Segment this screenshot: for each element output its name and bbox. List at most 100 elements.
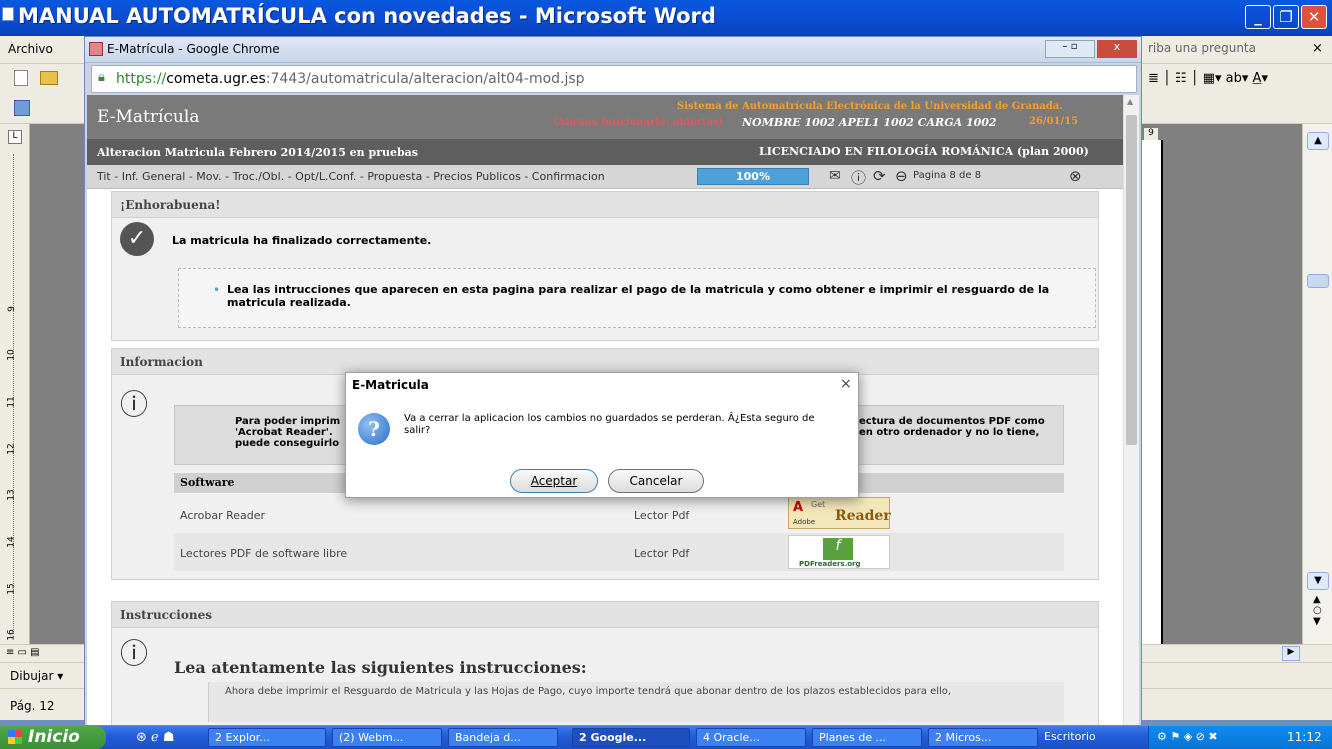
- table-row: Lectores PDF de software libre Lector Pd…: [174, 533, 1064, 571]
- ruler-num: 15: [6, 583, 17, 595]
- task-planes[interactable]: Planes de ...: [812, 728, 922, 747]
- open-folder-icon[interactable]: [40, 71, 58, 85]
- task-google[interactable]: 2 Google...: [572, 728, 690, 747]
- ask-question-box[interactable]: riba una pregunta: [1148, 41, 1256, 55]
- lock-icon: 🔒︎: [98, 70, 105, 85]
- chrome-scrollbar[interactable]: ▲: [1123, 95, 1139, 725]
- software-type: Lector Pdf: [634, 509, 690, 522]
- tab-selector-icon[interactable]: L: [8, 130, 22, 144]
- user-line: NOMBRE 1002 APEL1 1002 CARGA 1002: [742, 116, 997, 129]
- table-row: Acrobar Reader Lector Pdf A Get Reader A…: [174, 495, 1064, 531]
- view-buttons[interactable]: ≡ ▭ ▤: [6, 647, 40, 658]
- minimize-button[interactable]: _: [1245, 5, 1271, 29]
- dibujar-menu[interactable]: Dibujar ▾: [10, 669, 63, 683]
- success-message: La matricula ha finalizado correctamente…: [172, 234, 432, 247]
- adobe-logo-icon: A: [793, 500, 804, 515]
- favicon-icon: [89, 42, 103, 56]
- date: 26/01/15: [1029, 116, 1079, 127]
- ruler-num: 14: [6, 536, 17, 548]
- software-name: Lectores PDF de software libre: [180, 547, 348, 560]
- word-title-bar: MANUAL AUTOMATRÍCULA con novedades - Mic…: [0, 0, 1332, 36]
- question-icon: ?: [358, 413, 390, 445]
- software-name: Acrobar Reader: [180, 509, 266, 522]
- steps-text[interactable]: Tit - Inf. General - Mov. - Troc./Obl. -…: [97, 170, 605, 183]
- address-bar[interactable]: 🔒︎ https://cometa.ugr.es:7443/automatric…: [91, 65, 1137, 93]
- site-header: E-Matrícula Sistema de Automatrícula Ele…: [87, 95, 1123, 139]
- note-box: • Lea las intrucciones que aparecen en e…: [178, 268, 1096, 328]
- anexos: (Anexos funcionario: abiertas): [553, 117, 724, 128]
- pdfreaders-badge[interactable]: f PDFreaders.org: [788, 535, 890, 569]
- scroll-up-icon[interactable]: ▲: [1127, 97, 1133, 106]
- adobe-reader-badge[interactable]: A Get Reader Adobe: [788, 497, 891, 529]
- instructions-panel: Instrucciones ⓘ Lea atentamente las sigu…: [111, 601, 1099, 725]
- info-icon: ⓘ: [120, 637, 149, 670]
- menu-archivo[interactable]: Archivo: [8, 42, 53, 56]
- start-button[interactable]: Inicio: [0, 726, 106, 749]
- task-word[interactable]: 2 Micros...: [928, 728, 1038, 747]
- word-vertical-scrollbar[interactable]: ▲ ▼ ▲ ○ ▼: [1302, 124, 1332, 644]
- steps-bar: Tit - Inf. General - Mov. - Troc./Obl. -…: [87, 165, 1123, 189]
- scroll-thumb[interactable]: [1307, 274, 1329, 288]
- dialog-message: Va a cerrar la aplicacion los cambios no…: [404, 413, 815, 436]
- ruler-num: 12: [6, 443, 17, 455]
- confirm-dialog: E-Matricula × ? Va a cerrar la aplicacio…: [345, 372, 859, 498]
- system-line: Sistema de Automatrícula Electrónica de …: [677, 101, 1063, 112]
- info-box-left: Para poder imprim 'Acrobat Reader'. pued…: [235, 416, 341, 449]
- software-type: Lector Pdf: [634, 547, 690, 560]
- task-webmail[interactable]: (2) Webm...: [332, 728, 442, 747]
- congrats-title: ¡Enhorabuena!: [112, 192, 1098, 218]
- progress-bar: 100%: [697, 168, 809, 185]
- check-icon: ✓: [120, 222, 154, 256]
- task-oracle[interactable]: 4 Oracle...: [696, 728, 806, 747]
- instructions-title: Instrucciones: [112, 602, 1098, 628]
- desktop-toolbar[interactable]: Escritorio: [1044, 730, 1096, 743]
- word-window-title: MANUAL AUTOMATRÍCULA con novedades - Mic…: [18, 4, 716, 28]
- subheader: Alteracion Matricula Febrero 2014/2015 e…: [87, 139, 1123, 165]
- chrome-close-button[interactable]: x: [1097, 40, 1137, 58]
- mail-icon[interactable]: ✉: [829, 168, 841, 184]
- scroll-thumb[interactable]: [1126, 115, 1137, 445]
- help-close-icon[interactable]: ×: [1312, 41, 1323, 56]
- help-icon[interactable]: ⓘ: [851, 167, 866, 188]
- ruler-num: 10: [6, 349, 17, 361]
- new-doc-icon[interactable]: [14, 70, 28, 86]
- progress-label: 100%: [736, 170, 770, 183]
- brand: E-Matrícula: [97, 107, 200, 127]
- ruler-num: 13: [6, 489, 17, 501]
- word-doc-icon: [2, 7, 14, 21]
- scroll-down-icon[interactable]: ▼: [1307, 572, 1329, 590]
- formatting-icons[interactable]: ≣ │ ☷ │ ▦▾ ab▾ A▾: [1148, 71, 1268, 86]
- toolbar-icon[interactable]: [14, 100, 30, 116]
- chrome-title-bar: E-Matrícula - Google Chrome – ▫ x: [85, 37, 1141, 63]
- vertical-ruler: L 9 10 11 12 13 14 15 16: [0, 124, 30, 644]
- degree-title: LICENCIADO EN FILOLOGÍA ROMÁNICA (plan 2…: [759, 145, 1089, 158]
- scroll-right-icon[interactable]: ▶: [1282, 646, 1300, 661]
- close-page-icon[interactable]: ⊗: [1069, 167, 1082, 185]
- software-header: Software: [180, 476, 235, 489]
- ruler-num: 16: [6, 629, 17, 641]
- info-box-right: ectura de documentos PDF como en otro or…: [859, 416, 1045, 438]
- refresh-icon[interactable]: ⟳: [873, 167, 886, 185]
- instructions-note: Lea las intrucciones que aparecen en est…: [227, 283, 1050, 309]
- cancel-button[interactable]: Cancelar: [608, 469, 704, 493]
- windows-logo-icon: [8, 730, 22, 744]
- scroll-up-icon[interactable]: ▲: [1307, 132, 1329, 150]
- chrome-min-max[interactable]: – ▫: [1045, 40, 1095, 58]
- taskbar: Inicio ⊛ ℯ ☗ 2 Explor... (2) Webm... Ban…: [0, 726, 1332, 749]
- task-bandeja[interactable]: Bandeja d...: [448, 728, 558, 747]
- dialog-close-icon[interactable]: ×: [840, 376, 852, 392]
- congrats-panel: ¡Enhorabuena! ✓ La matricula ha finaliza…: [111, 191, 1099, 341]
- task-explorer[interactable]: 2 Explor...: [208, 728, 326, 747]
- accept-button[interactable]: Aceptar: [510, 469, 598, 493]
- system-tray: ⚙ ⚑ ◈ ⊘ ✖ 11:12: [1148, 726, 1332, 749]
- back-icon[interactable]: ⊖: [895, 167, 908, 185]
- browse-icons[interactable]: ▲ ○ ▼: [1313, 594, 1322, 627]
- instructions-heading: Lea atentamente las siguientes instrucci…: [174, 658, 587, 677]
- page-status: Pág. 12: [10, 699, 55, 713]
- alteracion-title: Alteracion Matricula Febrero 2014/2015 e…: [97, 146, 418, 159]
- close-button[interactable]: ✕: [1301, 5, 1327, 29]
- dialog-title: E-Matricula: [352, 378, 429, 392]
- quicklaunch-icons[interactable]: ⊛ ℯ ☗: [136, 730, 175, 745]
- maximize-button[interactable]: ❐: [1273, 5, 1299, 29]
- tray-icons[interactable]: ⚙ ⚑ ◈ ⊘ ✖: [1157, 730, 1218, 743]
